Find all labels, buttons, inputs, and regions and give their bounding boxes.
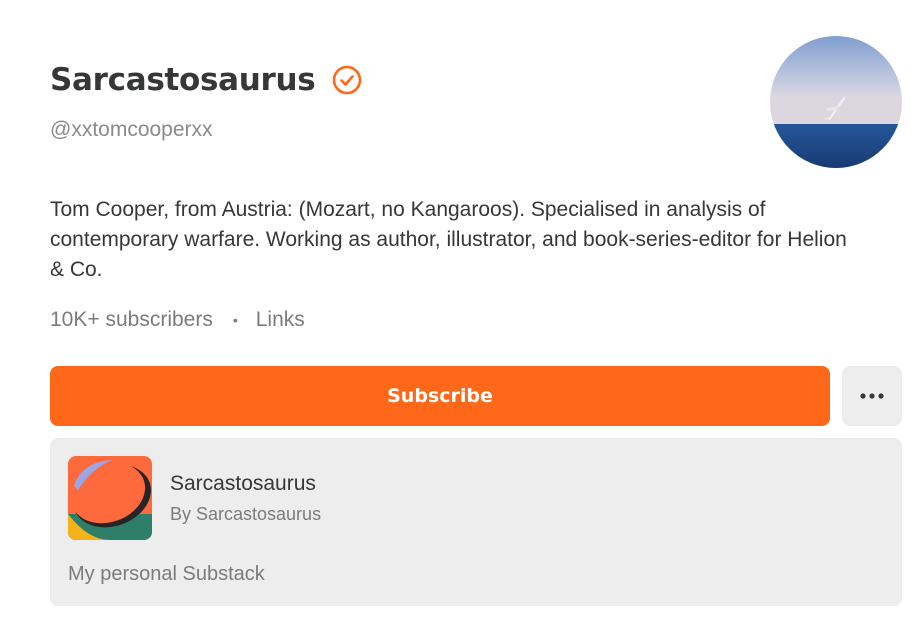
profile-name: Sarcastosaurus [50, 62, 316, 98]
profile-handle: @xxtomcooperxx [50, 118, 213, 141]
links-link[interactable]: Links [256, 308, 305, 332]
profile-header: Sarcastosaurus [50, 62, 363, 98]
subscribe-button[interactable]: Subscribe [50, 366, 830, 426]
publication-byline: By Sarcastosaurus [170, 504, 322, 524]
publication-name[interactable]: Sarcastosaurus [170, 472, 316, 496]
profile-bio: Tom Cooper, from Austria: (Mozart, no Ka… [50, 198, 847, 281]
avatar[interactable] [770, 36, 902, 168]
stats-separator: • [232, 312, 238, 328]
ellipsis-icon [860, 393, 884, 399]
publication-card[interactable]: Sarcastosaurus By Sarcastosaurus My pers… [50, 438, 902, 606]
profile-stats: 10K+ subscribers • Links [50, 308, 305, 332]
publication-logo [68, 456, 152, 540]
verified-check-icon [331, 64, 363, 96]
publication-description: My personal Substack [68, 563, 265, 585]
subscriber-count: 10K+ subscribers [50, 308, 213, 331]
more-options-button[interactable] [842, 366, 902, 426]
